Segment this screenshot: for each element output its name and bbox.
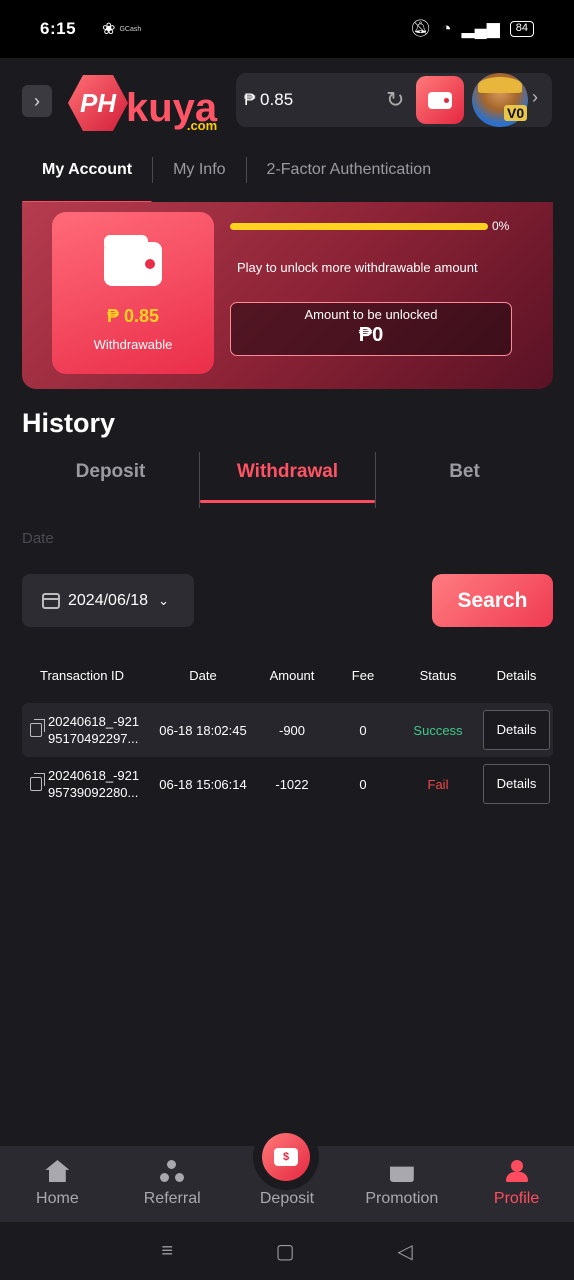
progress-percent: 0% — [492, 219, 510, 233]
deposit-wallet-icon: $ — [274, 1148, 298, 1166]
tab-my-account[interactable]: My Account — [22, 156, 153, 204]
table-row: 20240618_-921 95170492297... 06-18 18:02… — [22, 703, 553, 757]
nav-home[interactable]: Home — [0, 1160, 115, 1208]
home-icon — [45, 1160, 70, 1182]
phkuya-logo[interactable]: PH kuya .com — [68, 71, 218, 133]
unlock-amount-box: Amount to be unlocked ₱0 — [230, 302, 512, 356]
chevron-right-icon[interactable]: › — [532, 87, 538, 108]
wallet-icon — [104, 235, 162, 286]
gift-icon — [389, 1166, 414, 1182]
table-header: Transaction ID Date Amount Fee Status De… — [22, 655, 553, 695]
date-value: 2024/06/18 — [68, 591, 149, 609]
withdrawable-amount: ₱ 0.85 — [106, 306, 160, 326]
header-transaction-id: Transaction ID — [40, 667, 125, 683]
signal-icon: ▂▄▆ — [461, 19, 500, 38]
nav-label: Profile — [493, 1190, 540, 1207]
transaction-id-line: 20240618_-921 — [48, 768, 140, 783]
header-balance: ₱ 0.85 — [244, 90, 294, 109]
logo-domain: .com — [186, 118, 218, 133]
withdraw-card: ₱ 0.85 Withdrawable 0% Play to unlock mo… — [22, 202, 553, 389]
transaction-id-cell: 20240618_-921 95170492297... — [22, 713, 152, 747]
account-tabs: My Account My Info 2-Factor Authenticati… — [0, 144, 574, 204]
transaction-id-cell: 20240618_-921 95739092280... — [22, 767, 152, 801]
unlock-amount: ₱0 — [358, 324, 384, 346]
calendar-icon — [42, 592, 60, 609]
gcash-notification-icon: ❀ — [102, 21, 116, 38]
nav-label: Deposit — [259, 1190, 315, 1207]
status-bar: 6:15 ❀ GCash 🔕︎ ◔ ▂▄▆ 84 — [0, 0, 574, 58]
status-cell: Success — [413, 722, 463, 738]
date-picker[interactable]: 2024/06/18 ⌄ — [22, 574, 194, 627]
withdrawable-tile: ₱ 0.85 Withdrawable — [52, 212, 214, 374]
header-details: Details — [496, 667, 537, 683]
transaction-id-line: 20240618_-921 — [48, 714, 140, 729]
header-amount: Amount — [269, 667, 315, 683]
search-button[interactable]: Search — [432, 574, 553, 627]
date-cell: 06-18 18:02:45 — [159, 722, 247, 738]
battery-icon: 84 — [509, 21, 534, 37]
expand-menu-button[interactable]: › — [22, 85, 52, 117]
details-button[interactable]: Details — [483, 764, 550, 804]
amount-cell: -900 — [278, 722, 306, 738]
logo-badge: PH — [68, 75, 128, 131]
copy-icon[interactable] — [30, 719, 45, 737]
history-title: History — [22, 408, 116, 438]
tab-my-info[interactable]: My Info — [153, 156, 245, 184]
header-date: Date — [189, 667, 217, 683]
fee-cell: 0 — [359, 722, 367, 738]
system-nav-bar: ≡ ▢ ◁ — [0, 1222, 574, 1280]
tab-deposit[interactable]: Deposit — [22, 452, 199, 508]
amount-cell: -1022 — [275, 776, 309, 792]
table-row: 20240618_-921 95739092280... 06-18 15:06… — [22, 757, 553, 811]
profile-icon — [505, 1160, 529, 1182]
nav-label: Home — [36, 1190, 79, 1207]
details-button[interactable]: Details — [483, 710, 550, 750]
wallet-button[interactable] — [416, 76, 464, 124]
transaction-id-line: 95739092280... — [48, 785, 139, 800]
nav-promotion[interactable]: Promotion — [344, 1160, 459, 1208]
nav-referral[interactable]: Referral — [115, 1160, 230, 1208]
status-cell: Fail — [427, 776, 449, 792]
home-button-icon[interactable]: ▢ — [276, 1239, 295, 1264]
transaction-id-line: 95170492297... — [48, 731, 139, 746]
copy-icon[interactable] — [30, 773, 45, 791]
unlock-box-label: Amount to be unlocked — [304, 307, 438, 322]
balance-box: ₱ 0.85 ↻ V0 › — [236, 73, 552, 127]
tab-bet[interactable]: Bet — [376, 452, 553, 508]
withdrawable-label: Withdrawable — [93, 337, 173, 352]
tab-2fa[interactable]: 2-Factor Authentication — [247, 156, 452, 184]
wifi-icon: ◔ — [441, 19, 452, 38]
unlock-progress-bar — [230, 223, 488, 230]
wallet-icon — [428, 91, 452, 109]
header-fee: Fee — [351, 667, 375, 683]
chevron-down-icon: ⌄ — [158, 592, 169, 608]
date-cell: 06-18 15:06:14 — [159, 776, 247, 792]
history-tabs: Deposit Withdrawal Bet — [22, 452, 553, 508]
unlock-message: Play to unlock more withdrawable amount — [237, 260, 478, 275]
back-icon[interactable]: ◁ — [397, 1239, 412, 1264]
bottom-nav: Home Referral Deposit Promotion Profile … — [0, 1124, 574, 1222]
vip-badge: V0 — [504, 105, 528, 121]
tab-withdrawal[interactable]: Withdrawal — [199, 452, 376, 508]
withdrawal-table: Transaction ID Date Amount Fee Status De… — [22, 655, 553, 811]
referral-icon — [160, 1160, 185, 1182]
notification-app-label: GCash — [119, 25, 142, 33]
status-time: 6:15 — [40, 19, 77, 38]
fee-cell: 0 — [359, 776, 367, 792]
refresh-icon[interactable]: ↻ — [386, 87, 404, 113]
deposit-fab[interactable]: $ — [253, 1124, 319, 1190]
nav-label: Promotion — [365, 1190, 439, 1207]
recent-apps-icon[interactable]: ≡ — [161, 1240, 173, 1263]
nav-profile[interactable]: Profile — [459, 1160, 574, 1208]
mute-icon: 🔕︎ — [409, 19, 432, 38]
header-status: Status — [419, 667, 457, 683]
app-header: › PH kuya .com ₱ 0.85 ↻ V0 › — [0, 58, 574, 144]
date-label: Date — [22, 530, 54, 547]
nav-label: Referral — [143, 1190, 201, 1207]
